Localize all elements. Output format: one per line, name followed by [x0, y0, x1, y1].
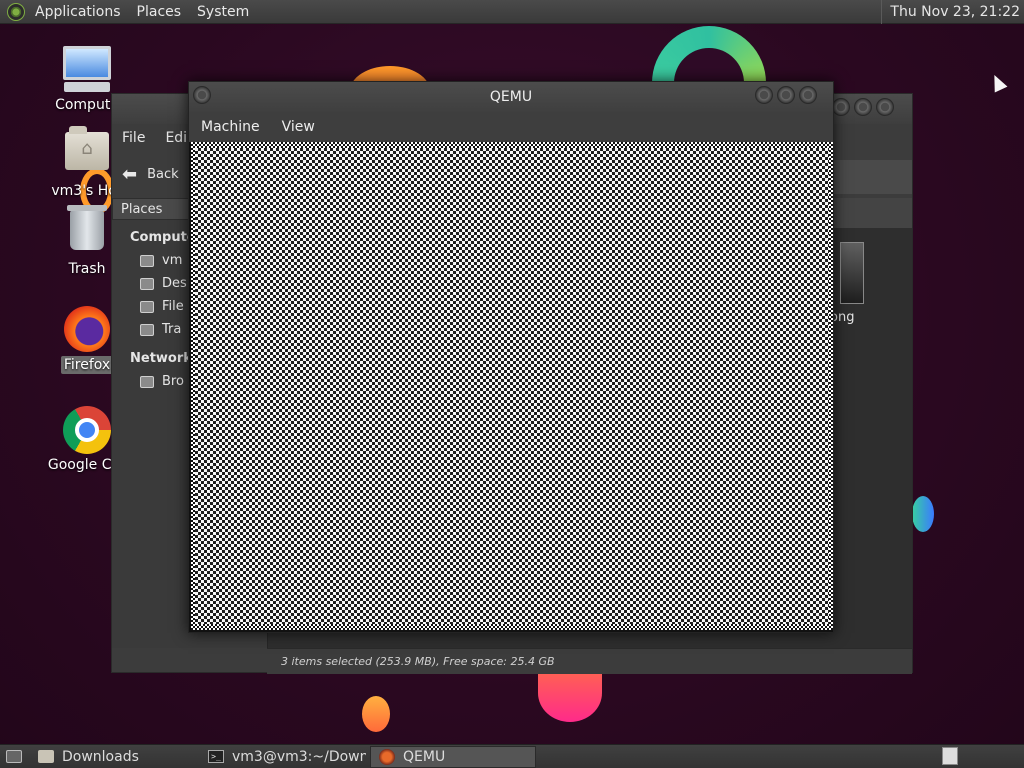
taskbar-item-label: Downloads — [62, 748, 139, 765]
qemu-window[interactable]: QEMU Machine View — [188, 81, 834, 633]
panel-clock[interactable]: Thu Nov 23, 21:22 — [881, 0, 1020, 24]
minimize-button[interactable] — [755, 86, 773, 104]
file-thumbnail[interactable] — [840, 242, 864, 304]
taskbar-item-downloads[interactable]: Downloads — [30, 746, 196, 768]
bottom-taskbar: Downloads >_ vm3@vm3:~/Downl... QEMU — [0, 744, 1024, 768]
show-desktop-icon — [6, 750, 22, 763]
chrome-icon — [62, 406, 112, 454]
qemu-window-menu-control — [193, 86, 211, 104]
back-arrow-icon: ⬅ — [122, 163, 138, 185]
desktop-folder-icon — [140, 277, 154, 290]
firefox-icon — [62, 306, 112, 354]
sidebar-item-label: Des — [162, 276, 187, 291]
file-menu[interactable]: File — [112, 130, 155, 146]
taskbar-item-terminal[interactable]: >_ vm3@vm3:~/Downl... — [200, 746, 366, 768]
applications-menu[interactable]: Applications — [27, 0, 129, 24]
top-panel: Applications Places System Thu Nov 23, 2… — [0, 0, 1024, 24]
file-manager-statusbar: 3 items selected (253.9 MB), Free space:… — [267, 648, 912, 674]
qemu-window-controls — [755, 86, 817, 104]
window-menu-button[interactable] — [193, 86, 211, 104]
trash-icon — [140, 323, 154, 336]
home-folder-icon: ⌂ — [62, 126, 112, 180]
taskbar-item-qemu[interactable]: QEMU — [370, 745, 536, 768]
desktop-icon-label: Firefox — [60, 356, 114, 374]
close-button[interactable] — [876, 98, 894, 116]
qemu-menubar: Machine View — [189, 112, 833, 142]
minimize-button[interactable] — [832, 98, 850, 116]
qemu-titlebar[interactable]: QEMU — [189, 82, 833, 112]
workspace-switcher[interactable] — [942, 747, 958, 765]
back-button[interactable]: Back — [147, 167, 179, 182]
desktop-icon-label: Trash — [68, 261, 106, 277]
drive-icon — [140, 300, 154, 313]
maximize-button[interactable] — [777, 86, 795, 104]
taskbar-item-label: QEMU — [403, 748, 446, 765]
folder-icon — [38, 750, 54, 763]
sidebar-item-label: Bro — [162, 374, 184, 389]
qemu-vm-display-pattern — [195, 148, 829, 624]
qemu-icon — [379, 748, 395, 765]
close-button[interactable] — [799, 86, 817, 104]
home-icon — [140, 254, 154, 267]
sidebar-item-label: File — [162, 299, 184, 314]
places-menu[interactable]: Places — [129, 0, 190, 24]
wallpaper-blue-shape — [912, 496, 934, 532]
qemu-vm-display[interactable] — [189, 142, 833, 632]
file-manager-window-controls — [832, 98, 894, 116]
network-icon — [140, 375, 154, 388]
computer-icon — [62, 46, 112, 94]
trash-icon — [62, 205, 112, 258]
sidebar-item-label: vm — [162, 253, 183, 268]
system-menu[interactable]: System — [189, 0, 257, 24]
taskbar-item-label: vm3@vm3:~/Downl... — [232, 748, 366, 765]
terminal-icon: >_ — [208, 750, 224, 763]
wallpaper-small-orange-shape — [362, 696, 390, 732]
view-menu[interactable]: View — [270, 119, 325, 135]
file-manager-menubar: File Edi — [112, 124, 197, 152]
machine-menu[interactable]: Machine — [189, 119, 270, 135]
maximize-button[interactable] — [854, 98, 872, 116]
sidebar-item-label: Tra — [162, 322, 182, 337]
qemu-window-title: QEMU — [489, 89, 533, 105]
distro-logo-icon[interactable] — [7, 2, 25, 21]
show-desktop-button[interactable] — [2, 746, 26, 768]
